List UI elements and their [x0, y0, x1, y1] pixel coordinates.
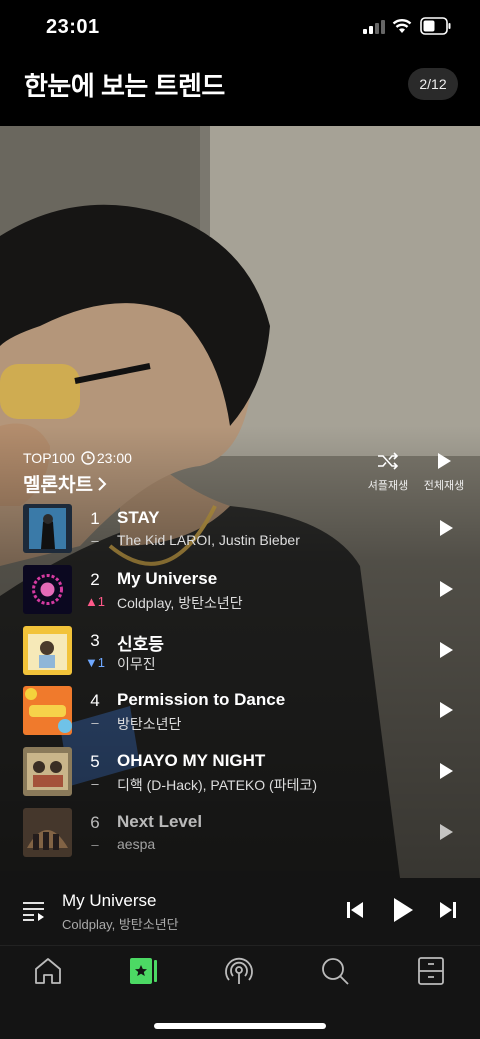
chevron-right-icon: [98, 476, 107, 491]
play-icon[interactable]: [436, 700, 456, 720]
track-title: Permission to Dance: [117, 690, 286, 710]
home-indicator: [154, 1023, 326, 1029]
library-icon[interactable]: [416, 956, 446, 986]
play-icon[interactable]: [392, 897, 414, 923]
track-title: 신호등: [117, 634, 164, 654]
now-playing-title: My Universe: [62, 891, 157, 910]
track-artist: Coldplay, 방탄소년단: [117, 594, 243, 611]
album-art: [23, 625, 72, 675]
mini-player[interactable]: My Universe Coldplay, 방탄소년단: [0, 878, 480, 946]
play-icon[interactable]: [436, 518, 456, 538]
track-artist: The Kid LAROI, Justin Bieber: [117, 532, 300, 548]
track-rank: 4: [90, 691, 100, 711]
signal-icon: [363, 20, 385, 34]
chart-meta: TOP100 23:00: [23, 450, 132, 466]
play-icon[interactable]: [436, 761, 456, 781]
chart-label: TOP100: [23, 450, 75, 466]
track-rank: 1: [90, 509, 100, 528]
track-row[interactable]: 1 – STAY The Kid LAROI, Justin Bieber: [0, 504, 480, 565]
wifi-icon: [392, 19, 412, 33]
album-art: [23, 504, 72, 553]
play-icon[interactable]: [436, 579, 456, 599]
playlist-icon[interactable]: [22, 900, 46, 922]
play-all-label: 전체재생: [423, 480, 465, 492]
album-art: [23, 807, 72, 857]
play-all-button[interactable]: 전체재생: [419, 451, 469, 494]
track-artist: aespa: [117, 835, 156, 852]
track-title: STAY: [117, 508, 160, 527]
track-title: Next Level: [117, 811, 203, 831]
track-rank: 2: [90, 569, 100, 589]
track-rank-change: –: [91, 715, 99, 731]
battery-icon: [420, 17, 451, 35]
shuffle-button[interactable]: 셔플재생: [364, 451, 412, 494]
track-artist: 이무진: [117, 655, 156, 672]
track-rank-change: –: [91, 776, 99, 792]
radio-icon[interactable]: [224, 956, 254, 986]
chart-title-link[interactable]: 멜론차트: [23, 470, 107, 497]
status-time: 23:01: [46, 16, 100, 38]
chart-icon[interactable]: [129, 956, 159, 986]
chart-title: 멜론차트: [23, 475, 93, 496]
track-rank: 5: [90, 752, 100, 772]
track-artist: 디핵 (D-Hack), PATEKO (파테코): [117, 777, 317, 794]
track-title: My Universe: [117, 568, 218, 588]
play-icon[interactable]: [436, 822, 456, 842]
shuffle-label: 셔플재생: [367, 480, 409, 492]
home-icon[interactable]: [33, 956, 63, 986]
status-bar: 23:01: [0, 0, 480, 56]
clock-icon: [81, 451, 95, 465]
track-artist: 방탄소년단: [117, 716, 182, 733]
trend-card[interactable]: TOP100 23:00 멜론차트 셔플재생 전체재생 1 – STAY The…: [0, 126, 480, 878]
track-rank-change: –: [91, 836, 99, 852]
track-rank: 6: [90, 812, 100, 832]
play-icon[interactable]: [436, 640, 456, 660]
track-title: OHAYO MY NIGHT: [117, 751, 266, 771]
track-rank: 3: [90, 630, 100, 650]
album-art: [23, 564, 72, 614]
shuffle-icon: [378, 452, 399, 470]
play-icon: [438, 453, 451, 469]
track-rank-change: –: [91, 533, 99, 548]
album-art: [23, 686, 72, 736]
track-rank-change: ▲1: [84, 593, 106, 609]
previous-icon[interactable]: [345, 900, 365, 920]
chart-update-time: 23:00: [96, 450, 132, 466]
now-playing-artist: Coldplay, 방탄소년단: [62, 917, 179, 932]
track-list: 1 – STAY The Kid LAROI, Justin Bieber 2 …: [0, 504, 480, 869]
track-row[interactable]: 5 – OHAYO MY NIGHT 디핵 (D-Hack), PATEKO (…: [0, 747, 480, 808]
page-title: 한눈에 보는 트렌드: [24, 71, 225, 101]
track-row[interactable]: 4 – Permission to Dance 방탄소년단: [0, 686, 480, 747]
album-art: [23, 747, 72, 797]
track-row[interactable]: 3 ▼1 신호등 이무진: [0, 625, 480, 687]
track-row[interactable]: 2 ▲1 My Universe Coldplay, 방탄소년단: [0, 564, 480, 626]
track-rank-change: ▼1: [84, 654, 106, 670]
next-icon[interactable]: [438, 900, 458, 920]
search-icon[interactable]: [320, 956, 350, 986]
track-row[interactable]: 6 – Next Level aespa: [0, 807, 480, 869]
page-counter: 2/12: [408, 68, 458, 100]
header: 한눈에 보는 트렌드 2/12: [0, 56, 480, 126]
